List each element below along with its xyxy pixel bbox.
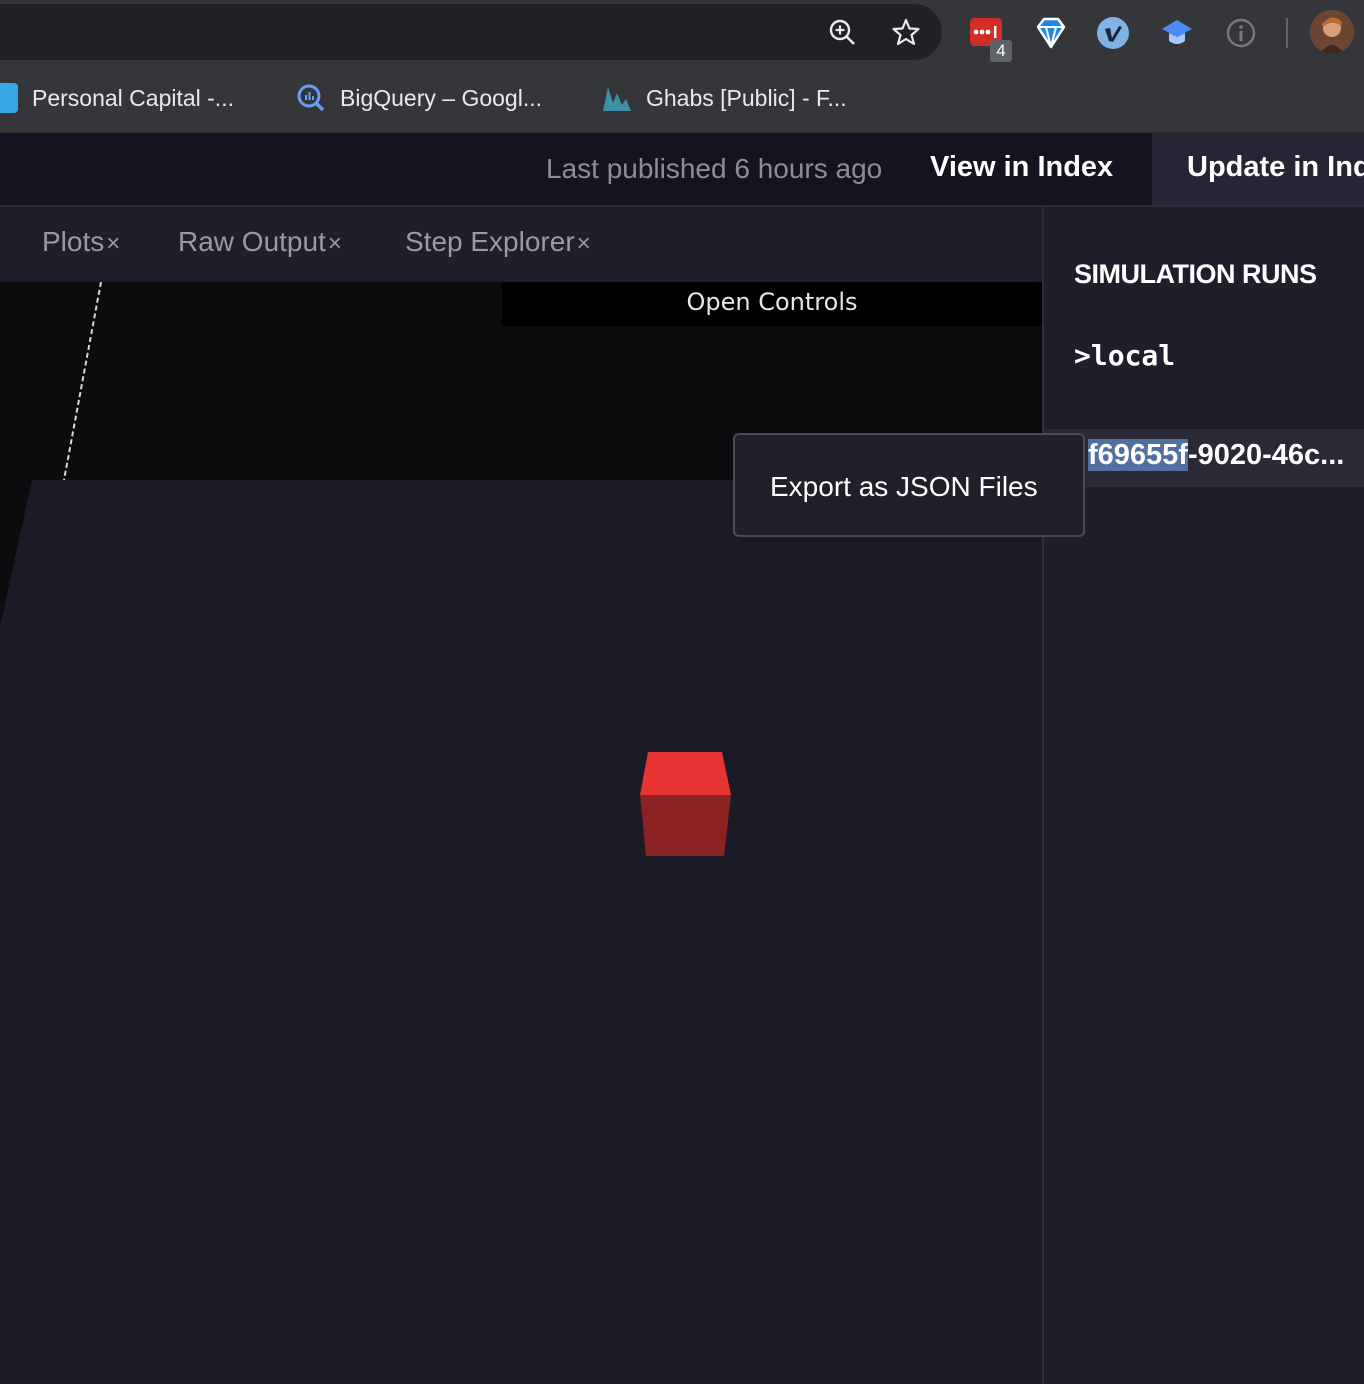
- simulation-runs-sidebar: SIMULATION RUNS >local f69655f-9020-46c.…: [1042, 207, 1364, 1384]
- close-icon[interactable]: ×: [106, 230, 120, 257]
- axis-line: [63, 282, 102, 481]
- bookmark-ghabs[interactable]: Ghabs [Public] - F...: [602, 80, 847, 116]
- cube-front-face: [640, 795, 731, 856]
- export-json-menu-item[interactable]: Export as JSON Files: [770, 471, 1038, 503]
- extension-badge: 4: [990, 40, 1012, 62]
- local-runs-group[interactable]: >local: [1074, 339, 1175, 372]
- bookmark-label: BigQuery – Googl...: [340, 84, 542, 111]
- tab-label: Plots: [42, 226, 105, 257]
- app-header: Last published 6 hours ago View in Index…: [0, 133, 1364, 207]
- update-in-index-button[interactable]: Update in Index: [1152, 133, 1364, 205]
- ghabs-icon: [603, 87, 631, 111]
- update-in-index-label: Update in Index: [1187, 151, 1364, 183]
- tab-raw-output[interactable]: Raw Output×: [178, 226, 342, 258]
- run-id-rest-text: -9020-46c...: [1187, 439, 1345, 471]
- sidebar-title: SIMULATION RUNS: [1074, 259, 1317, 289]
- tab-label: Raw Output: [178, 226, 326, 257]
- diamond-extension-icon[interactable]: [1034, 16, 1068, 50]
- browser-toolbar: 4: [0, 0, 1364, 66]
- bookmarks-bar: Personal Capital -... BigQuery – Googl..…: [0, 66, 1364, 133]
- toolbar-divider: [1286, 18, 1288, 48]
- bookmark-label: Personal Capital -...: [32, 84, 234, 111]
- tab-plots[interactable]: Plots×: [42, 226, 120, 258]
- extensions-area: 4: [960, 8, 1364, 62]
- address-bar[interactable]: [0, 4, 942, 60]
- context-menu: Export as JSON Files: [733, 433, 1085, 537]
- personal-capital-icon: [0, 83, 18, 113]
- cube-top-face: [640, 752, 731, 795]
- tab-step-explorer[interactable]: Step Explorer×: [405, 226, 591, 258]
- last-published-status: Last published 6 hours ago: [546, 153, 883, 184]
- panel-tabs: Plots× Raw Output× Step Explorer×: [0, 207, 1042, 281]
- floor-plane: [0, 480, 1042, 1384]
- close-icon[interactable]: ×: [577, 230, 591, 257]
- bookmark-bigquery[interactable]: BigQuery – Googl...: [296, 80, 542, 116]
- tab-label: Step Explorer: [405, 226, 575, 257]
- info-extension-icon[interactable]: [1224, 16, 1258, 50]
- bigquery-icon: [297, 84, 325, 112]
- close-icon[interactable]: ×: [328, 230, 342, 257]
- run-id[interactable]: f69655f-9020-46c...: [1088, 439, 1344, 472]
- bookmark-star-icon[interactable]: [892, 18, 920, 46]
- bookmark-personal-capital[interactable]: Personal Capital -...: [0, 80, 234, 116]
- open-controls-button[interactable]: Open Controls: [502, 282, 1042, 326]
- run-id-selected-text: f69655f: [1088, 439, 1188, 471]
- bookmark-label: Ghabs [Public] - F...: [646, 84, 847, 111]
- profile-avatar-icon[interactable]: [1310, 10, 1354, 54]
- zoom-icon[interactable]: [828, 18, 856, 46]
- vimeo-icon[interactable]: [1096, 16, 1130, 50]
- graduation-cap-icon[interactable]: [1160, 16, 1194, 50]
- simulation-run-item[interactable]: f69655f-9020-46c...: [1044, 429, 1364, 487]
- view-in-index-button[interactable]: View in Index: [930, 151, 1113, 184]
